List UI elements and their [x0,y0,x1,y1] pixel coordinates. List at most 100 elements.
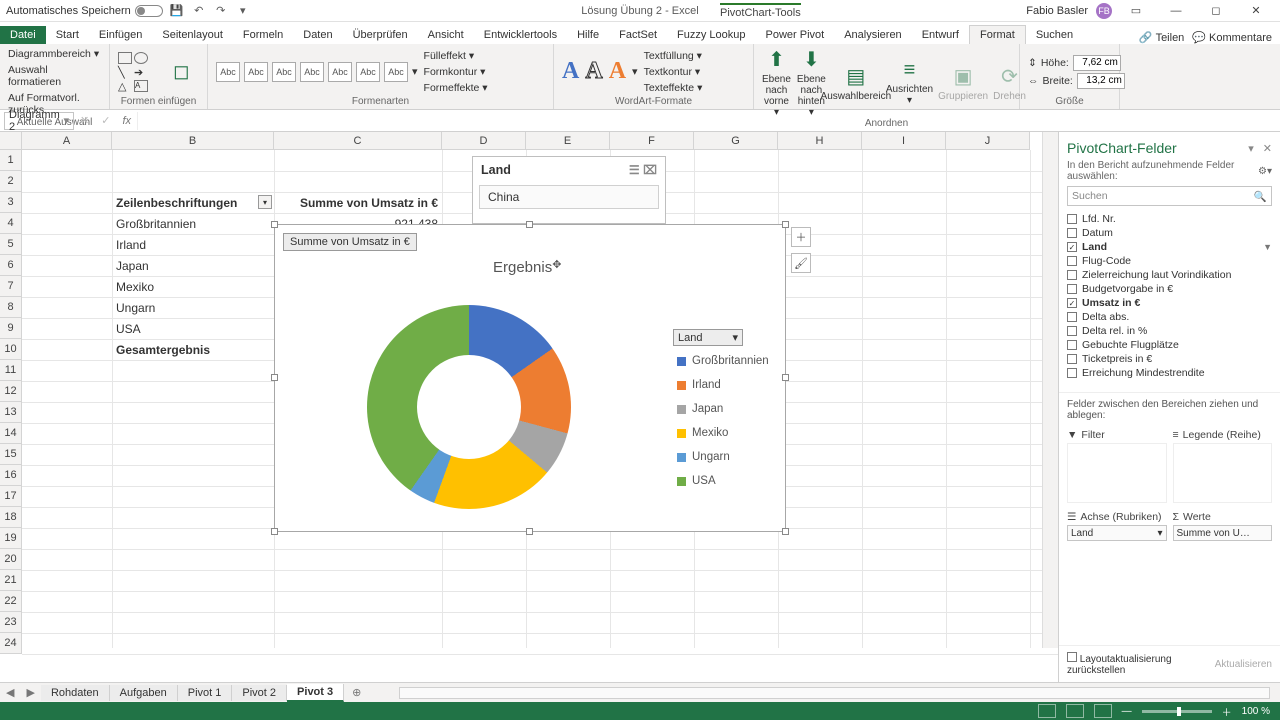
row-6[interactable]: 6 [0,255,22,276]
field-zielerreichung-laut-vorindikation[interactable]: Zielerreichung laut Vorindikation [1067,268,1272,282]
zoom-slider[interactable] [1142,710,1212,713]
row-5[interactable]: 5 [0,234,22,255]
row-10[interactable]: 10 [0,339,22,360]
shape-oval-icon[interactable] [134,52,148,64]
sheet-pivot2[interactable]: Pivot 2 [232,685,287,701]
cell[interactable]: Zeilenbeschriftungen [112,192,274,213]
row-21[interactable]: 21 [0,570,22,591]
enter-icon[interactable]: ✓ [95,114,116,127]
tab-analyze[interactable]: Analysieren [834,26,911,44]
field-ticketpreis-in-[interactable]: Ticketpreis in € [1067,352,1272,366]
tab-format[interactable]: Format [969,25,1026,44]
tab-formulas[interactable]: Formeln [233,26,293,44]
area-filter-drop[interactable] [1067,443,1167,503]
row-11[interactable]: 11 [0,360,22,381]
fx-icon[interactable]: fx [116,115,137,127]
format-selection[interactable]: Auswahl formatieren [8,63,101,89]
undo-icon[interactable]: ↶ [191,3,207,19]
col-D[interactable]: D [442,132,526,150]
tab-start[interactable]: Start [46,26,89,44]
close-icon[interactable]: ✕ [1240,1,1272,21]
row-18[interactable]: 18 [0,507,22,528]
values-field-umsatz[interactable]: Summe von Umsatz in € ▾ [1173,525,1273,541]
cell[interactable]: USA [112,318,274,339]
tab-help[interactable]: Hilfe [567,26,609,44]
cell[interactable]: Summe von Umsatz in € [274,192,442,213]
row-15[interactable]: 15 [0,444,22,465]
page-layout-view-icon[interactable] [1066,704,1084,718]
tab-review[interactable]: Überprüfen [343,26,418,44]
field-datum[interactable]: Datum [1067,226,1272,240]
tab-powerpivot[interactable]: Power Pivot [756,26,835,44]
field-search[interactable]: Suchen 🔍 [1067,186,1272,206]
minimize-icon[interactable]: — [1160,1,1192,21]
field-land[interactable]: ✓Land▼ [1067,240,1272,254]
field-umsatz-in-[interactable]: ✓Umsatz in € [1067,296,1272,310]
col-B[interactable]: B [112,132,274,150]
tab-file[interactable]: Datei [0,26,46,44]
vertical-scrollbar[interactable] [1042,132,1058,648]
shape-style-1[interactable]: Abc [216,62,240,82]
share-button[interactable]: 🔗 Teilen [1139,31,1184,44]
row-19[interactable]: 19 [0,528,22,549]
horizontal-scrollbar[interactable] [399,687,1270,699]
row-2[interactable]: 2 [0,171,22,192]
shape-style-2[interactable]: Abc [244,62,268,82]
row-13[interactable]: 13 [0,402,22,423]
width-field[interactable]: ⇔ Breite: [1028,73,1125,89]
tab-fuzzy[interactable]: Fuzzy Lookup [667,26,755,44]
shape-arrow-icon[interactable]: ➔ [134,66,148,78]
col-C[interactable]: C [274,132,442,150]
row-9[interactable]: 9 [0,318,22,339]
row-17[interactable]: 17 [0,486,22,507]
row-8[interactable]: 8 [0,297,22,318]
sheet-nav-prev-icon[interactable]: ◀ [0,686,20,699]
chart-styles-button[interactable]: 🖌 [791,253,811,273]
shape-style-4[interactable]: Abc [300,62,324,82]
normal-view-icon[interactable] [1038,704,1056,718]
chart-title[interactable]: Ergebnis✥ [493,259,561,276]
legend-field-button[interactable]: Land▾ [673,329,743,346]
taskpane-close-icon[interactable]: ✕ [1263,143,1272,155]
defer-layout-checkbox[interactable]: Layoutaktualisierung zurückstellen [1067,652,1215,676]
col-H[interactable]: H [778,132,862,150]
tab-insert[interactable]: Einfügen [89,26,152,44]
field-flug-code[interactable]: Flug-Code [1067,254,1272,268]
sheet-rohdaten[interactable]: Rohdaten [41,685,110,701]
shape-outline[interactable]: Formkontur ▾ [424,65,488,79]
text-fill[interactable]: Textfüllung ▾ [644,49,703,63]
shape-triangle-icon[interactable]: △ [118,80,132,92]
tab-design[interactable]: Entwurf [912,26,969,44]
shape-line-icon[interactable]: ╲ [118,66,132,78]
sheet-pivot1[interactable]: Pivot 1 [178,685,233,701]
cancel-icon[interactable]: ✕ [74,114,95,127]
row-16[interactable]: 16 [0,465,22,486]
donut-chart[interactable] [367,305,571,509]
shape-textbox-icon[interactable]: A [134,80,148,92]
multiselect-icon[interactable]: ☰ [629,163,640,177]
height-field[interactable]: ⇕ Höhe: [1028,55,1125,71]
clear-filter-icon[interactable]: ⌧ [643,163,657,177]
shape-fill[interactable]: Fülleffekt ▾ [424,49,488,63]
redo-icon[interactable]: ↷ [213,3,229,19]
row-23[interactable]: 23 [0,612,22,633]
tab-view[interactable]: Ansicht [418,26,474,44]
tab-factset[interactable]: FactSet [609,26,667,44]
row-20[interactable]: 20 [0,549,22,570]
select-all-corner[interactable] [0,132,22,150]
row-22[interactable]: 22 [0,591,22,612]
ribbon-options-icon[interactable]: ▭ [1120,1,1152,21]
text-outline[interactable]: Textkontur ▾ [644,65,703,79]
formula-input[interactable] [137,112,1280,130]
shape-style-6[interactable]: Abc [356,62,380,82]
cell[interactable]: Irland [112,234,274,255]
col-G[interactable]: G [694,132,778,150]
align[interactable]: ≡Ausrichten ▾ [886,59,933,106]
bring-forward[interactable]: ⬆Ebene nach vorne ▾ [762,47,791,118]
sheet-aufgaben[interactable]: Aufgaben [110,685,178,701]
axis-field-land[interactable]: Land▾ [1067,525,1167,541]
chart-elements-button[interactable]: ＋ [791,227,811,247]
row-7[interactable]: 7 [0,276,22,297]
shape-style-7[interactable]: Abc [384,62,408,82]
name-box[interactable]: Diagramm 2 ▾ [4,112,74,130]
